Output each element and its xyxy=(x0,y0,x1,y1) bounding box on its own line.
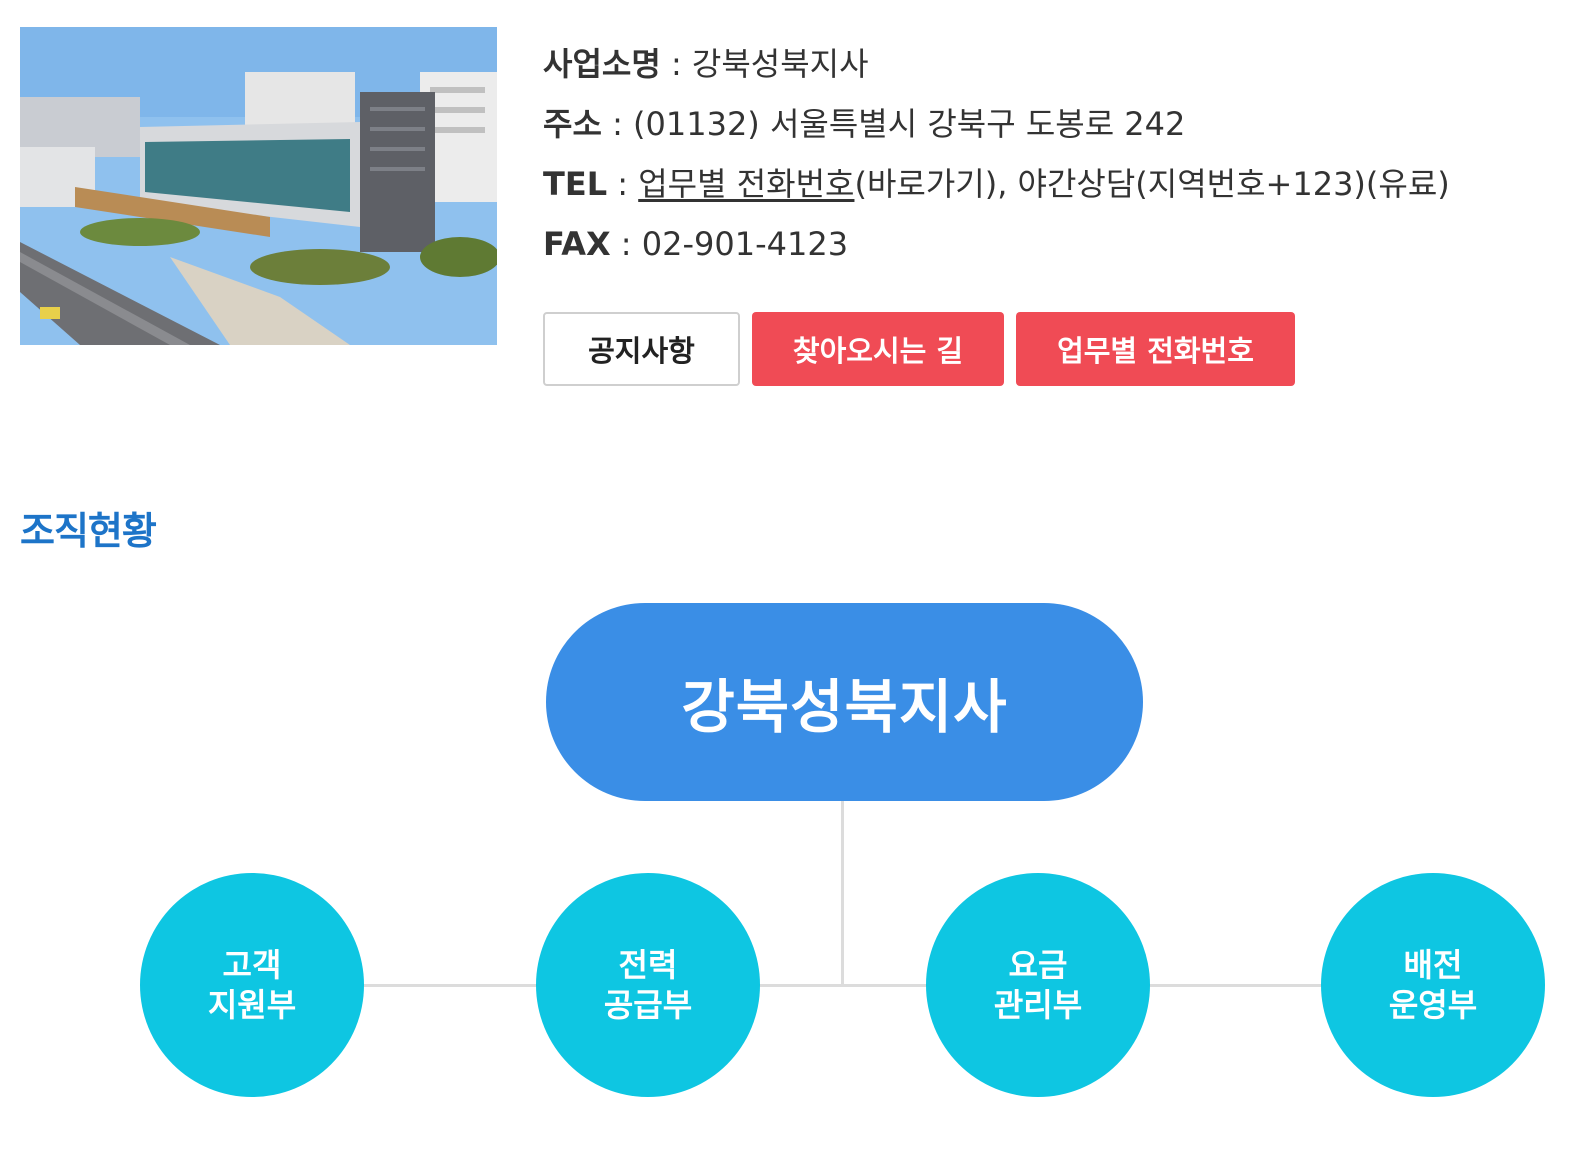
branch-name-value: 강북성북지사 xyxy=(691,45,869,83)
tel-row: TEL : 업무별 전화번호(바로가기), 야간상담(지역번호+123)(유료) xyxy=(543,154,1450,214)
address-value: (01132) 서울특별시 강북구 도봉로 242 xyxy=(633,105,1186,143)
dept-node: 전력 공급부 xyxy=(536,873,760,1097)
fax-label: FAX xyxy=(543,225,611,263)
connector-horizontal xyxy=(252,984,1434,987)
dept-node: 고객 지원부 xyxy=(140,873,364,1097)
org-root-node: 강북성북지사 xyxy=(546,603,1143,801)
tel-details: (바로가기), 야간상담(지역번호+123)(유료) xyxy=(854,165,1450,203)
branch-name-row: 사업소명 : 강북성북지사 xyxy=(543,34,1450,94)
dept-line2: 운영부 xyxy=(1388,986,1478,1024)
address-label: 주소 xyxy=(543,105,602,143)
separator: : xyxy=(660,45,692,83)
section-title: 조직현황 xyxy=(20,509,157,553)
phone-directory-button[interactable]: 업무별 전화번호 xyxy=(1016,312,1295,386)
branch-building-photo xyxy=(20,27,497,345)
dept-line1: 요금 xyxy=(1008,946,1068,984)
action-buttons: 공지사항 찾아오시는 길 업무별 전화번호 xyxy=(543,312,1295,386)
branch-info: 사업소명 : 강북성북지사 주소 : (01132) 서울특별시 강북구 도봉로… xyxy=(543,34,1450,274)
separator: : xyxy=(601,105,634,143)
connector-vertical xyxy=(841,801,844,986)
dept-node: 배전 운영부 xyxy=(1321,873,1545,1097)
branch-name-label: 사업소명 xyxy=(543,45,661,83)
phone-directory-link[interactable]: 업무별 전화번호 xyxy=(638,165,854,203)
dept-line2: 공급부 xyxy=(603,986,693,1024)
address-row: 주소 : (01132) 서울특별시 강북구 도봉로 242 xyxy=(543,94,1450,154)
fax-row: FAX : 02-901-4123 xyxy=(543,214,1450,274)
directions-button[interactable]: 찾아오시는 길 xyxy=(752,312,1004,386)
dept-line1: 전력 xyxy=(618,946,678,984)
fax-value: 02-901-4123 xyxy=(641,225,849,263)
dept-line2: 관리부 xyxy=(993,986,1083,1024)
tel-label: TEL xyxy=(543,165,608,203)
dept-line1: 고객 xyxy=(222,946,282,984)
dept-node: 요금 관리부 xyxy=(926,873,1150,1097)
dept-line1: 배전 xyxy=(1403,946,1463,984)
notice-button[interactable]: 공지사항 xyxy=(543,312,740,386)
separator: : xyxy=(610,225,642,263)
dept-line2: 지원부 xyxy=(207,986,297,1024)
separator: : xyxy=(607,165,639,203)
